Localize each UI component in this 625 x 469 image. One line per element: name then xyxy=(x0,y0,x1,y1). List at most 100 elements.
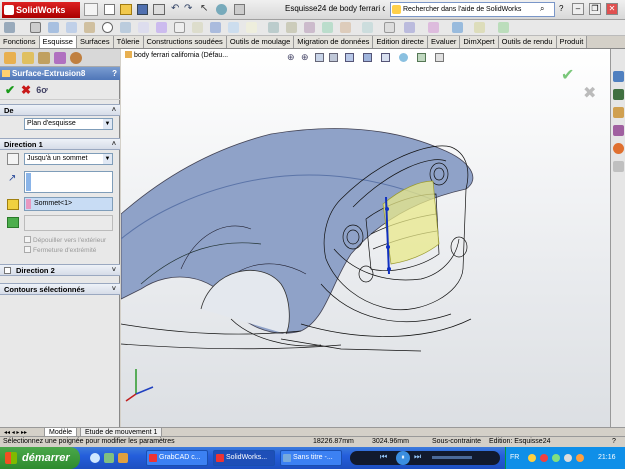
trim-icon[interactable] xyxy=(268,22,279,33)
task-solidworks[interactable]: SolidWorks... xyxy=(213,450,275,466)
end-condition-dropdown[interactable]: Jusqu'à un sommet ▼ xyxy=(24,153,113,165)
circle-icon[interactable] xyxy=(102,22,113,33)
offset-icon[interactable] xyxy=(304,22,315,33)
hide-show-items-icon[interactable] xyxy=(381,53,390,62)
select-arrow-icon[interactable]: ↖ xyxy=(200,3,208,14)
restore-button[interactable]: ❐ xyxy=(589,3,601,15)
task-grabcad[interactable]: GrabCAD c... xyxy=(146,450,208,466)
ok-check-icon[interactable]: ✔ xyxy=(3,83,17,97)
tab-esquisse[interactable]: Esquisse xyxy=(39,36,77,48)
vertex-listbox[interactable]: Sommet<1> xyxy=(24,197,113,211)
design-library-icon[interactable] xyxy=(613,89,624,100)
point-icon[interactable] xyxy=(246,22,257,33)
rectangle-icon[interactable] xyxy=(66,22,77,33)
search-magnifier-icon[interactable]: ⌕ xyxy=(540,4,544,14)
rebuild-icon[interactable] xyxy=(216,4,227,15)
file-explorer-icon[interactable] xyxy=(613,107,624,118)
task-paint[interactable]: Sans titre -... xyxy=(280,450,342,466)
tab-outils-de-moulage[interactable]: Outils de moulage xyxy=(226,36,295,48)
configuration-manager-tab-icon[interactable] xyxy=(38,52,50,64)
expand-down-icon[interactable]: ˅ xyxy=(112,284,116,295)
media-next-icon[interactable]: ⏭ xyxy=(414,452,421,462)
direction2-group-header[interactable]: Direction 2 ˅ xyxy=(0,264,120,276)
tab-scroll-icons[interactable]: ◂◂ ◂ ▸ ▸▸ xyxy=(4,429,27,436)
dimxpert-tab-icon[interactable] xyxy=(54,52,66,64)
collapse-up-icon[interactable]: ˄ xyxy=(112,139,116,150)
tray-update-icon[interactable] xyxy=(552,454,560,462)
appearance-tab-icon[interactable] xyxy=(70,52,82,64)
help-question-icon[interactable]: ? xyxy=(559,4,563,13)
tab-evaluer[interactable]: Evaluer xyxy=(427,36,461,48)
display-relations-icon[interactable] xyxy=(384,22,395,33)
tab-outils-de-rendu[interactable]: Outils de rendu xyxy=(498,36,557,48)
tray-antivirus-icon[interactable] xyxy=(540,454,548,462)
plane-icon[interactable] xyxy=(210,22,221,33)
media-player-toolbar[interactable]: ⏮ ⏸ ⏭ xyxy=(350,451,500,465)
tray-volume-icon[interactable] xyxy=(564,454,572,462)
contours-group-header[interactable]: Contours sélectionnés ˅ xyxy=(0,283,120,295)
mirror-icon[interactable] xyxy=(322,22,333,33)
collapse-up-icon[interactable]: ˄ xyxy=(112,105,116,116)
save-icon[interactable] xyxy=(137,4,148,15)
solidworks-logo[interactable]: SolidWorks xyxy=(2,2,80,18)
home-icon[interactable] xyxy=(84,3,98,16)
sketch-point[interactable] xyxy=(387,267,391,271)
new-document-icon[interactable] xyxy=(104,4,115,15)
shaded-sketch-icon[interactable] xyxy=(498,22,509,33)
open-folder-icon[interactable] xyxy=(120,4,132,15)
sketch-icon[interactable] xyxy=(4,22,15,33)
end-cap-checkbox[interactable]: Fermeture d'extrémité xyxy=(24,246,96,254)
instant-2d-icon[interactable] xyxy=(474,22,485,33)
draft-toggle-icon[interactable] xyxy=(7,217,19,228)
line-icon[interactable] xyxy=(48,22,59,33)
edit-appearance-icon[interactable] xyxy=(399,53,408,62)
pm-help-button[interactable]: ? xyxy=(112,67,117,80)
tab-constructions-soudées[interactable]: Constructions soudées xyxy=(143,36,227,48)
minimize-button[interactable]: – xyxy=(572,3,584,15)
rapid-sketch-icon[interactable] xyxy=(452,22,463,33)
graphics-viewport[interactable]: body ferrari california (Défau... ⊕ ⊕ ✔ … xyxy=(121,49,610,427)
close-button[interactable]: ✕ xyxy=(606,3,618,15)
tray-network-icon[interactable] xyxy=(528,454,536,462)
reverse-direction-icon[interactable] xyxy=(7,153,19,165)
convert-entities-icon[interactable] xyxy=(286,22,297,33)
direction1-group-header[interactable]: Direction 1 ˄ xyxy=(0,138,120,150)
arc-icon[interactable] xyxy=(120,22,131,33)
from-dropdown[interactable]: Plan d'esquisse ▼ xyxy=(24,118,113,130)
draft-angle-field[interactable] xyxy=(24,215,113,231)
linear-pattern-icon[interactable] xyxy=(340,22,351,33)
tab-fonctions[interactable]: Fonctions xyxy=(0,36,40,48)
zoom-to-fit-icon[interactable]: ⊕ xyxy=(287,52,295,63)
status-help-button[interactable]: ? xyxy=(612,437,616,447)
spline-icon[interactable] xyxy=(156,22,167,33)
chevron-down-icon[interactable]: ▼ xyxy=(103,154,112,164)
previous-view-icon[interactable] xyxy=(315,53,324,62)
from-group-header[interactable]: De ˄ xyxy=(0,104,120,116)
tab-migration-de-données[interactable]: Migration de données xyxy=(294,36,374,48)
undo-icon[interactable]: ↶ xyxy=(171,3,179,14)
redo-icon[interactable]: ↷ xyxy=(184,3,192,14)
zoom-to-area-icon[interactable]: ⊕ xyxy=(301,52,309,63)
direction-listbox[interactable] xyxy=(24,171,113,193)
cancel-x-icon[interactable]: ✖ xyxy=(19,83,33,97)
media-progress-bar[interactable] xyxy=(432,456,472,459)
options-icon[interactable] xyxy=(234,4,245,15)
tab-tôlerie[interactable]: Tôlerie xyxy=(113,36,144,48)
polygon-icon[interactable] xyxy=(138,22,149,33)
tab-edition-directe[interactable]: Edition directe xyxy=(373,36,428,48)
view-palette-icon[interactable] xyxy=(613,125,624,136)
car-body-model[interactable] xyxy=(121,69,610,427)
feature-tree-flyout[interactable]: body ferrari california (Défau... xyxy=(125,51,228,59)
solidworks-resources-icon[interactable] xyxy=(613,71,624,82)
help-search-input[interactable]: Rechercher dans l'aide de SolidWorks xyxy=(390,2,555,17)
text-icon[interactable] xyxy=(228,22,239,33)
quick-snaps-icon[interactable] xyxy=(428,22,439,33)
smart-dimension-icon[interactable] xyxy=(30,22,41,33)
detailed-preview-icon[interactable]: 6ơ xyxy=(35,83,49,97)
print-icon[interactable] xyxy=(153,4,165,15)
sketch-point[interactable] xyxy=(385,207,389,211)
ellipse-icon[interactable] xyxy=(174,22,185,33)
repair-sketch-icon[interactable] xyxy=(404,22,415,33)
tray-shield-icon[interactable] xyxy=(576,454,584,462)
quicklaunch-media-icon[interactable] xyxy=(104,453,114,463)
